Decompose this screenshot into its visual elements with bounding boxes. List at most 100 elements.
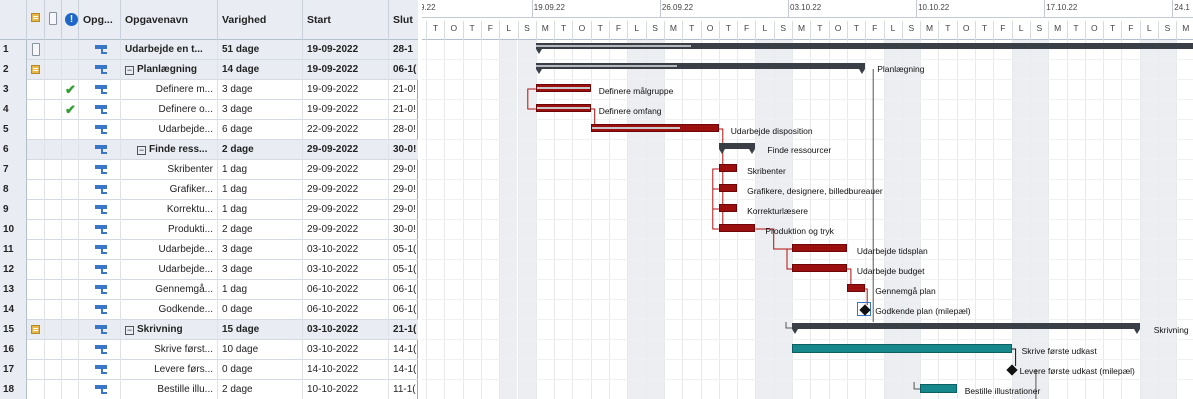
task-row[interactable]: 17 Levere førs... 0 dage 14-10-2022 14-1( [0,360,418,380]
task-name-cell[interactable]: − Planlægning [121,60,218,80]
finish-header[interactable]: Slut [389,0,418,40]
summary-bar[interactable] [792,323,1140,334]
indicator-header[interactable] [27,0,45,40]
task-mode-cell[interactable] [79,240,121,260]
duration-header[interactable]: Varighed [218,0,303,40]
task-mode-cell[interactable] [79,380,121,399]
notes-icon[interactable] [31,65,40,74]
start-cell[interactable]: 03-10-2022 [303,240,389,260]
task-row[interactable]: 15− Skrivning 15 dage 03-10-2022 21-1( [0,320,418,340]
duration-cell[interactable]: 3 dage [218,100,303,120]
task-name-cell[interactable]: Bestille illu... [121,380,218,399]
task-row[interactable]: 10 Produkti... 2 dage 29-09-2022 30-0! [0,220,418,240]
duration-cell[interactable]: 14 dage [218,60,303,80]
finish-cell[interactable]: 29-0! [389,160,418,180]
start-cell[interactable]: 22-09-2022 [303,120,389,140]
task-name-cell[interactable]: Skrive først... [121,340,218,360]
task-mode-cell[interactable] [79,280,121,300]
row-number[interactable]: 8 [0,180,27,200]
task-name-cell[interactable]: Definere o... [121,100,218,120]
task-name-cell[interactable]: Udarbejde... [121,240,218,260]
task-bar[interactable] [920,384,957,393]
duration-cell[interactable]: 15 dage [218,320,303,340]
finish-cell[interactable]: 21-0! [389,80,418,100]
duration-cell[interactable]: 1 dag [218,280,303,300]
row-number[interactable]: 7 [0,160,27,180]
project-summary-bar[interactable] [535,43,1193,54]
info-header[interactable]: ! [62,0,79,40]
task-name-cell[interactable]: Korrektu... [121,200,218,220]
finish-cell[interactable]: 11-1( [389,380,418,399]
finish-cell[interactable]: 21-0! [389,100,418,120]
task-bar[interactable] [792,244,847,252]
row-number[interactable]: 17 [0,360,27,380]
task-row[interactable]: 12 Udarbejde... 3 dage 03-10-2022 05-1( [0,260,418,280]
task-name-cell[interactable]: Levere førs... [121,360,218,380]
finish-cell[interactable]: 29-0! [389,200,418,220]
start-cell[interactable]: 06-10-2022 [303,300,389,320]
task-bar[interactable] [792,264,847,272]
task-mode-cell[interactable] [79,160,121,180]
task-mode-cell[interactable] [79,340,121,360]
duration-cell[interactable]: 0 dage [218,360,303,380]
finish-cell[interactable]: 06-1( [389,60,418,80]
finish-cell[interactable]: 14-1( [389,340,418,360]
start-cell[interactable]: 29-09-2022 [303,180,389,200]
start-cell[interactable]: 19-09-2022 [303,60,389,80]
task-bar[interactable] [718,204,738,212]
start-cell[interactable]: 10-10-2022 [303,380,389,399]
start-cell[interactable]: 19-09-2022 [303,80,389,100]
duration-cell[interactable]: 1 dag [218,160,303,180]
document-icon[interactable] [32,43,40,56]
task-bar[interactable] [535,104,591,112]
finish-cell[interactable]: 30-0! [389,140,418,160]
task-mode-cell[interactable] [79,120,121,140]
start-cell[interactable]: 06-10-2022 [303,280,389,300]
task-row[interactable]: 18 Bestille illu... 2 dage 10-10-2022 11-1( [0,380,418,399]
duration-cell[interactable]: 1 dag [218,200,303,220]
row-number[interactable]: 5 [0,120,27,140]
row-number[interactable]: 1 [0,40,27,60]
task-name-header[interactable]: Opgavenavn [121,0,218,40]
finish-cell[interactable]: 05-1( [389,240,418,260]
task-mode-cell[interactable] [79,100,121,120]
finish-cell[interactable]: 29-0! [389,180,418,200]
duration-cell[interactable]: 6 dage [218,120,303,140]
task-row[interactable]: 9 Korrektu... 1 dag 29-09-2022 29-0! [0,200,418,220]
task-mode-cell[interactable] [79,80,121,100]
duration-cell[interactable]: 10 dage [218,340,303,360]
finish-cell[interactable]: 28-1 [389,40,418,60]
row-number[interactable]: 3 [0,80,27,100]
task-name-cell[interactable]: Godkende... [121,300,218,320]
task-mode-header[interactable]: Opg... [79,0,121,40]
start-cell[interactable]: 29-09-2022 [303,200,389,220]
task-name-cell[interactable]: Definere m... [121,80,218,100]
row-number[interactable]: 18 [0,380,27,399]
start-cell[interactable]: 29-09-2022 [303,140,389,160]
task-bar[interactable] [718,164,738,172]
summary-bar[interactable] [535,63,866,74]
duration-cell[interactable]: 3 dage [218,260,303,280]
task-bar[interactable] [792,344,1012,353]
task-row[interactable]: 7 Skribenter 1 dag 29-09-2022 29-0! [0,160,418,180]
task-name-cell[interactable]: − Skrivning [121,320,218,340]
collapse-toggle[interactable]: − [125,66,134,75]
task-row[interactable]: 1 Udarbejde en t... 51 dage 19-09-2022 28-1 [0,40,418,60]
task-row[interactable]: 13 Gennemgå... 1 dag 06-10-2022 06-1( [0,280,418,300]
task-row[interactable]: 14 Godkende... 0 dage 06-10-2022 06-1( [0,300,418,320]
task-mode-cell[interactable] [79,200,121,220]
finish-cell[interactable]: 05-1( [389,260,418,280]
start-cell[interactable]: 14-10-2022 [303,360,389,380]
row-number[interactable]: 4 [0,100,27,120]
finish-cell[interactable]: 30-0! [389,220,418,240]
row-number[interactable]: 15 [0,320,27,340]
task-bar[interactable] [718,224,756,232]
finish-cell[interactable]: 21-1( [389,320,418,340]
start-cell[interactable]: 29-09-2022 [303,160,389,180]
row-number[interactable]: 6 [0,140,27,160]
start-cell[interactable]: 29-09-2022 [303,220,389,240]
task-mode-cell[interactable] [79,320,121,340]
task-mode-cell[interactable] [79,60,121,80]
row-number[interactable]: 16 [0,340,27,360]
task-name-cell[interactable]: Udarbejde... [121,260,218,280]
